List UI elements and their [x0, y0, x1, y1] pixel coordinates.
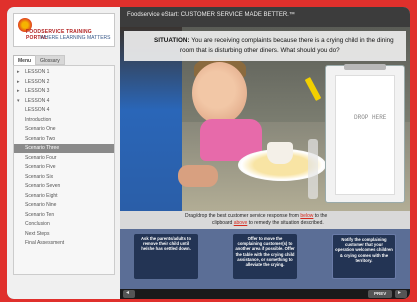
sidebar-item-label: Final Assessment	[25, 240, 65, 246]
sidebar-item[interactable]: ▸ LESSON 3	[14, 87, 114, 96]
sidebar-item[interactable]: Introduction	[14, 116, 114, 125]
card-text: Notify the complaining customer that you…	[335, 237, 393, 263]
tab-menu[interactable]: Menu	[13, 55, 37, 65]
content-area: Foodservice eStart: CUSTOMER SERVICE MAD…	[120, 7, 410, 299]
instructions-line-2: clipboard above to remedy the situation …	[212, 220, 324, 226]
chevron-right-icon: ▸	[17, 78, 20, 85]
logo-tagline: WHERE LEARNING MATTERS	[40, 35, 111, 41]
sidebar-tabs: Menu Glossary	[13, 55, 115, 65]
sidebar-item-label: Scenario Four	[25, 154, 57, 161]
chevron-down-icon: ▾	[17, 97, 20, 104]
back-arrow-icon: ◂	[126, 290, 130, 296]
chevron-right-icon: ▸	[17, 88, 20, 94]
card-text: Ask the parents/adults to remove their c…	[140, 236, 192, 252]
instr-above: above	[233, 220, 248, 226]
sidebar-item-label: LESSON 3	[25, 88, 50, 94]
course-title: Foodservice eStart: CUSTOMER SERVICE MAD…	[127, 12, 295, 18]
water-bottle	[308, 139, 318, 199]
sidebar-item-label: Scenario Eight	[25, 192, 58, 199]
back-button[interactable]: ◂	[123, 290, 135, 298]
sidebar-item-label: Scenario Three	[25, 145, 60, 151]
instr-below: below	[300, 213, 314, 219]
tab-glossary[interactable]: Glossary	[35, 55, 65, 65]
instr-1a: Drag/drop the best customer service resp…	[185, 213, 301, 219]
sidebar-item[interactable]: Next Steps	[14, 230, 114, 239]
sidebar-item-label: LESSON 2	[25, 78, 50, 85]
situation-box: SITUATION: You are receiving complaints …	[124, 31, 406, 61]
situation-text-1: You are receiving complaints because the…	[191, 37, 394, 44]
sidebar-item[interactable]: Final Assessment	[14, 239, 114, 248]
title-bar: Foodservice eStart: CUSTOMER SERVICE MAD…	[120, 7, 410, 27]
sidebar-item[interactable]: Scenario Eight	[14, 192, 114, 201]
clipboard-clip	[344, 64, 386, 70]
sidebar-item[interactable]: ▸ LESSON 1	[14, 68, 114, 77]
prev-label: PREV	[374, 291, 387, 296]
instructions-line-1: Drag/drop the best customer service resp…	[185, 213, 327, 219]
sidebar-item-label: Introduction	[25, 116, 52, 123]
drop-zone[interactable]: DROP HERE	[335, 75, 395, 195]
soup-cup	[267, 142, 293, 164]
sidebar-item-label: LESSON 4	[25, 97, 50, 104]
lesson-menu: ▸ LESSON 1 ▸ LESSON 2 ▸ LESSON 3 ▾ LESSON 4 LESS…	[13, 65, 115, 275]
sidebar-item-label: LESSON 4	[25, 107, 50, 113]
sidebar: FOODSERVICE TRAINING PORTAL WHERE LEARNI…	[7, 7, 120, 299]
drop-zone-label: DROP HERE	[354, 114, 387, 121]
sidebar-item-label: Scenario Ten	[25, 211, 55, 218]
situation-label: SITUATION:	[154, 37, 190, 44]
sidebar-item-label: Next Steps	[25, 230, 50, 237]
chevron-right-icon: ▸	[17, 69, 20, 75]
response-cards: Ask the parents/adults to remove their c…	[120, 229, 410, 289]
sidebar-item-label: Scenario Two	[25, 135, 56, 142]
sidebar-item-label: Scenario One	[25, 126, 56, 132]
sidebar-item[interactable]: Scenario Seven	[14, 182, 114, 191]
sidebar-item[interactable]: ▸ LESSON 2	[14, 78, 114, 87]
sidebar-item[interactable]: Scenario Three	[14, 144, 114, 153]
sidebar-item[interactable]: Conclusion	[14, 220, 114, 229]
instr-2a: clipboard	[212, 220, 234, 226]
response-card-2[interactable]: Offer to move the complaining customer(s…	[233, 234, 297, 279]
response-card-3[interactable]: Notify the complaining customer that you…	[332, 234, 396, 279]
response-card-1[interactable]: Ask the parents/adults to remove their c…	[134, 234, 198, 279]
situation-line-2: room that is disturbing other diners. Wh…	[180, 47, 340, 54]
sidebar-item[interactable]: Scenario Nine	[14, 201, 114, 210]
instr-2b: to remedy the situation described.	[247, 220, 324, 226]
sidebar-item[interactable]: Scenario Two	[14, 135, 114, 144]
instr-1b: to the	[313, 213, 328, 219]
sidebar-item[interactable]: ▾ LESSON 4	[14, 97, 114, 106]
app-frame: FOODSERVICE TRAINING PORTAL WHERE LEARNI…	[7, 7, 410, 299]
sidebar-item[interactable]: Scenario One	[14, 125, 114, 134]
sidebar-item-label: LESSON 1	[25, 69, 50, 75]
footer-bar: ◂ PREV ▸	[120, 289, 410, 299]
crying-child	[192, 62, 247, 124]
sidebar-item[interactable]: Scenario Five	[14, 163, 114, 172]
instructions: Drag/drop the best customer service resp…	[120, 211, 410, 229]
clipboard: DROP HERE	[325, 64, 405, 203]
card-text: Offer to move the complaining customer(s…	[235, 236, 295, 268]
portal-logo: FOODSERVICE TRAINING PORTAL WHERE LEARNI…	[13, 13, 115, 47]
sidebar-item[interactable]: Scenario Four	[14, 154, 114, 163]
next-button[interactable]: ▸	[395, 290, 407, 298]
sidebar-item[interactable]: LESSON 4	[14, 106, 114, 115]
sidebar-item[interactable]: Scenario Ten	[14, 211, 114, 220]
sidebar-item-label: Scenario Nine	[25, 202, 57, 208]
sidebar-item[interactable]: Scenario Six	[14, 173, 114, 182]
sidebar-item-label: Scenario Six	[25, 173, 54, 180]
sidebar-item-label: Scenario Seven	[25, 183, 61, 189]
situation-line-1: SITUATION: You are receiving complaints …	[154, 37, 394, 44]
sidebar-item-label: Conclusion	[25, 221, 50, 227]
sidebar-item-label: Scenario Five	[25, 164, 56, 170]
adult-hand	[178, 165, 218, 187]
next-arrow-icon: ▸	[398, 290, 402, 296]
prev-button[interactable]: PREV	[368, 290, 392, 298]
